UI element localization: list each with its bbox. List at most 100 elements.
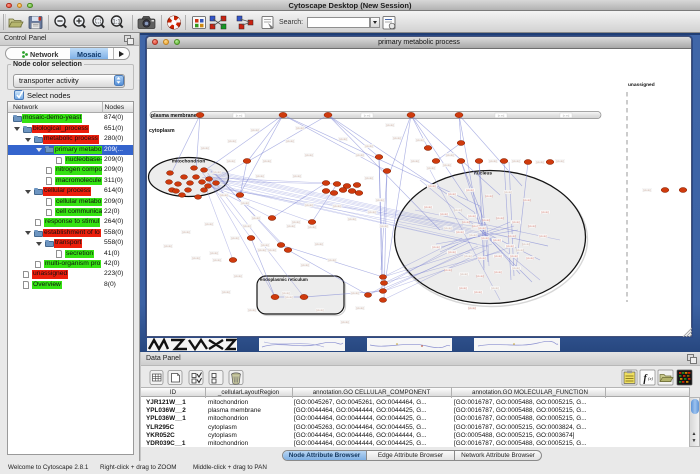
svg-text:[xx xx]: [xx xx] — [228, 160, 235, 163]
svg-text:[xx xx]: [xx xx] — [494, 239, 501, 242]
svg-text:[xx xx]: [xx xx] — [644, 189, 651, 192]
svg-text:[xx xx]: [xx xx] — [490, 160, 497, 163]
svg-text:cytoplasm: cytoplasm — [149, 128, 175, 134]
svg-text:[xx xx]: [xx xx] — [302, 264, 309, 267]
svg-text:[xx xx]: [xx xx] — [540, 235, 547, 238]
svg-text:[x xx]: [x xx] — [498, 114, 505, 118]
svg-text:[xx xx]: [xx xx] — [232, 237, 239, 240]
svg-text:[xx xx]: [xx xx] — [470, 234, 477, 237]
svg-text:[xx xx]: [xx xx] — [340, 138, 347, 141]
svg-text:[x xx]: [x xx] — [563, 114, 570, 118]
svg-text:[xx xx]: [xx xx] — [483, 219, 490, 222]
svg-text:unassigned: unassigned — [628, 82, 655, 88]
svg-text:[xx xx]: [xx xx] — [417, 139, 424, 142]
svg-text:[xx xx]: [xx xx] — [235, 275, 242, 278]
svg-text:[xx xx]: [xx xx] — [441, 213, 448, 216]
svg-text:[xx xx]: [xx xx] — [460, 287, 467, 290]
svg-text:[xx xx]: [xx xx] — [252, 129, 259, 132]
svg-text:[xx xx]: [xx xx] — [229, 140, 236, 143]
svg-text:[xx xx]: [xx xx] — [381, 225, 388, 228]
svg-text:[xx xx]: [xx xx] — [479, 227, 486, 230]
svg-text:[xx xx]: [xx xx] — [447, 154, 454, 157]
svg-text:[xx xx]: [xx xx] — [286, 296, 293, 299]
svg-text:[xx xx]: [xx xx] — [505, 191, 512, 194]
svg-text:[xx xx]: [xx xx] — [445, 227, 452, 230]
svg-text:[xx xx]: [xx xx] — [477, 275, 484, 278]
svg-text:[xx xx]: [xx xx] — [366, 145, 373, 148]
svg-text:[x xx]: [x xx] — [364, 114, 371, 118]
svg-text:[xx xx]: [xx xx] — [202, 147, 209, 150]
svg-text:[xx xx]: [xx xx] — [495, 271, 502, 274]
svg-text:[xx xx]: [xx xx] — [509, 235, 516, 238]
svg-text:[xx xx]: [xx xx] — [257, 175, 264, 178]
svg-text:[xx xx]: [xx xx] — [469, 307, 476, 310]
svg-text:[xx xx]: [xx xx] — [309, 226, 316, 229]
svg-text:[xx xx]: [xx xx] — [369, 211, 376, 214]
svg-text:[xx xx]: [xx xx] — [486, 195, 493, 198]
svg-text:[xx xx]: [xx xx] — [445, 269, 452, 272]
svg-text:[xx xx]: [xx xx] — [557, 160, 564, 163]
svg-text:[xx xx]: [xx xx] — [527, 257, 534, 260]
svg-text:[xx xx]: [xx xx] — [253, 217, 260, 220]
svg-text:[xx xx]: [xx xx] — [475, 291, 482, 294]
svg-text:[xx xx]: [xx xx] — [457, 231, 464, 234]
svg-text:[xx xx]: [xx xx] — [259, 249, 266, 252]
svg-text:[xx xx]: [xx xx] — [429, 185, 436, 188]
svg-text:[xx xx]: [xx xx] — [193, 257, 200, 260]
svg-text:[xx xx]: [xx xx] — [342, 321, 349, 324]
svg-text:[xx xx]: [xx xx] — [377, 199, 384, 202]
svg-text:[xx xx]: [xx xx] — [444, 164, 451, 167]
svg-text:[xx xx]: [xx xx] — [249, 309, 256, 312]
svg-text:[xx xx]: [xx xx] — [366, 177, 373, 180]
svg-text:[xx xx]: [xx xx] — [293, 221, 300, 224]
svg-text:[xx xx]: [xx xx] — [524, 199, 531, 202]
svg-text:[xx xx]: [xx xx] — [283, 292, 290, 295]
svg-text:[xx xx]: [xx xx] — [513, 267, 520, 270]
svg-text:[xx xx]: [xx xx] — [262, 244, 269, 247]
svg-text:[xx xx]: [xx xx] — [352, 292, 359, 295]
svg-text:(x): (x) — [648, 376, 653, 381]
svg-text:[xx xx]: [xx xx] — [287, 140, 294, 143]
svg-text:[xx xx]: [xx xx] — [394, 137, 401, 140]
svg-text:[xx xx]: [xx xx] — [542, 211, 549, 214]
svg-text:[xx xx]: [xx xx] — [412, 160, 419, 163]
svg-text:[xx xx]: [xx xx] — [183, 231, 190, 234]
svg-text:[xx xx]: [xx xx] — [357, 307, 364, 310]
svg-text:[xx xx]: [xx xx] — [297, 127, 304, 130]
svg-text:[xx xx]: [xx xx] — [242, 202, 249, 205]
svg-text:[xx xx]: [xx xx] — [507, 245, 514, 248]
svg-text:[xx xx]: [xx xx] — [294, 175, 301, 178]
svg-text:[xx xx]: [xx xx] — [465, 255, 472, 258]
svg-text:[xx xx]: [xx xx] — [492, 287, 499, 290]
svg-text:[xx xx]: [xx xx] — [387, 124, 394, 127]
svg-text:[xx xx]: [xx xx] — [329, 259, 336, 262]
svg-text:[xx xx]: [xx xx] — [517, 249, 524, 252]
svg-text:[xx xx]: [xx xx] — [511, 255, 518, 258]
svg-text:[xx xx]: [xx xx] — [223, 291, 230, 294]
svg-text:[xx xx]: [xx xx] — [433, 246, 440, 249]
svg-text:[xx xx]: [xx xx] — [461, 273, 468, 276]
svg-text:[xx xx]: [xx xx] — [221, 194, 228, 197]
svg-text:[xx xx]: [xx xx] — [449, 251, 456, 254]
svg-text:[xx xx]: [xx xx] — [479, 257, 486, 260]
svg-text:[xx xx]: [xx xx] — [537, 161, 544, 164]
svg-text:[xx xx]: [xx xx] — [211, 252, 218, 255]
svg-text:[xx xx]: [xx xx] — [214, 171, 221, 174]
svg-text:[xx xx]: [xx xx] — [306, 154, 313, 157]
svg-text:[xx xx]: [xx xx] — [317, 309, 324, 312]
svg-text:[xx xx]: [xx xx] — [288, 225, 295, 228]
svg-text:[xx xx]: [xx xx] — [244, 225, 251, 228]
svg-text:[xx xx]: [xx xx] — [264, 160, 271, 163]
svg-text:[xx xx]: [xx xx] — [523, 243, 530, 246]
svg-text:mitochondrion: mitochondrion — [172, 159, 206, 165]
svg-text:[xx xx]: [xx xx] — [482, 237, 489, 240]
svg-text:[xx xx]: [xx xx] — [497, 217, 504, 220]
svg-text:plasma membrane: plasma membrane — [151, 113, 197, 119]
svg-text:[xx xx]: [xx xx] — [316, 243, 323, 246]
svg-text:[xx xx]: [xx xx] — [513, 160, 520, 163]
svg-text:1:1: 1:1 — [112, 19, 121, 25]
svg-text:[x xx]: [x xx] — [236, 114, 243, 118]
svg-text:[xx xx]: [xx xx] — [165, 245, 172, 248]
svg-text:[xx xx]: [xx xx] — [306, 204, 313, 207]
svg-text:[xx xx]: [xx xx] — [206, 223, 213, 226]
